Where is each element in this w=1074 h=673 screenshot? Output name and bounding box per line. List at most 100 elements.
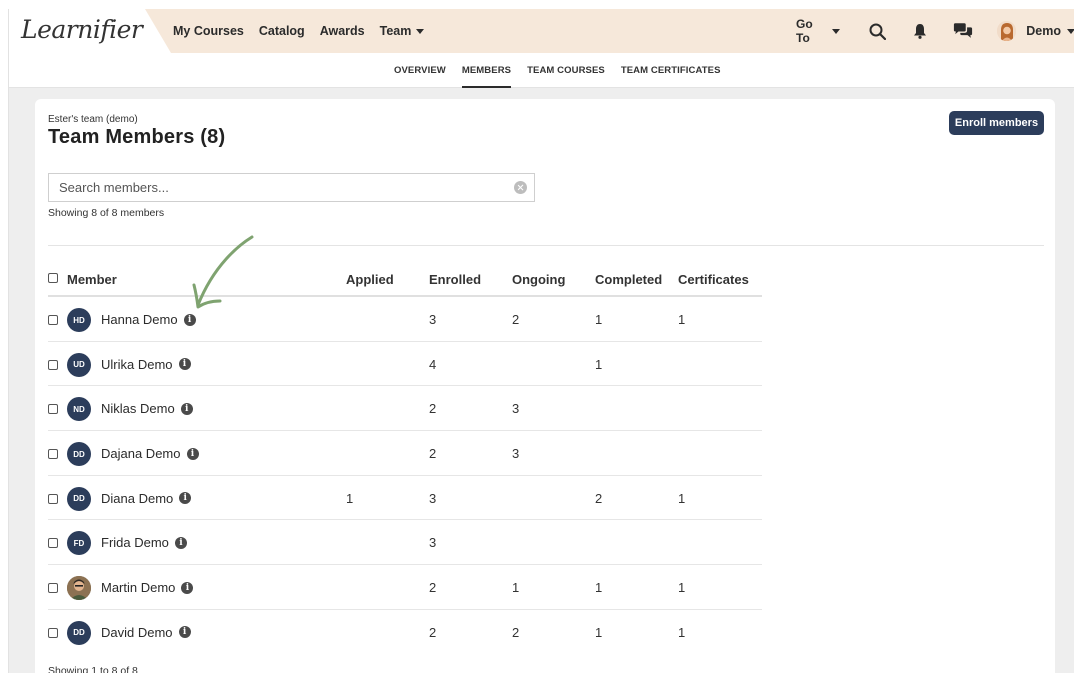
cell-ongoing: 1 (512, 580, 520, 596)
tab-overview[interactable]: OVERVIEW (394, 53, 446, 88)
table-row[interactable]: FD Frida Demo i 3 (48, 520, 762, 566)
tab-team-certificates[interactable]: TEAM CERTIFICATES (621, 53, 721, 88)
member-count-summary: Showing 8 of 8 members (48, 207, 165, 219)
table-row[interactable]: UD Ulrika Demo i 4 1 (48, 342, 762, 387)
nav-awards[interactable]: Awards (320, 24, 365, 38)
cell-enrolled: 2 (429, 580, 437, 596)
tab-members[interactable]: MEMBERS (461, 53, 512, 88)
search-input[interactable] (49, 174, 509, 201)
cell-applied: 1 (346, 490, 354, 506)
arrow-annotation (192, 235, 254, 309)
table-row[interactable]: DD Diana Demo i 1 3 2 1 (48, 476, 762, 521)
column-member[interactable]: Member (67, 272, 117, 287)
nav-team-label: Team (379, 24, 412, 38)
team-subnav: OVERVIEW MEMBERS TEAM COURSES TEAM CERTI… (9, 53, 1074, 88)
info-icon[interactable]: i (178, 626, 191, 639)
cell-enrolled: 2 (429, 446, 437, 462)
members-table: Member Applied Enrolled Ongoing Complete… (48, 263, 762, 655)
row-checkbox[interactable] (48, 315, 58, 325)
nav-team-dropdown[interactable]: Team (380, 24, 425, 38)
nav-catalog[interactable]: Catalog (259, 24, 305, 38)
user-menu[interactable]: Demo (1026, 24, 1074, 38)
enroll-members-button[interactable]: Enroll members (949, 111, 1044, 135)
chevron-down-icon (416, 29, 425, 34)
goto-dropdown[interactable]: Go To (796, 17, 840, 45)
member-name-link[interactable]: Ulrika Demo i (101, 357, 191, 372)
avatar: DD (67, 620, 91, 645)
clear-icon[interactable] (514, 181, 527, 194)
logo[interactable]: Learnifier (21, 15, 143, 44)
table-row[interactable]: Martin Demo i 2 1 1 1 (48, 565, 762, 610)
nav-my-courses[interactable]: My Courses (173, 24, 244, 38)
logo-area: Learnifier (9, 9, 171, 53)
member-name-link[interactable]: Dajana Demo i (101, 446, 199, 461)
member-name: Frida Demo (101, 535, 169, 551)
cell-ongoing: 3 (512, 446, 520, 462)
cell-completed: 2 (595, 490, 603, 506)
cell-certificates: 1 (678, 312, 686, 327)
cell-enrolled: 3 (429, 312, 437, 327)
info-icon[interactable]: i (186, 447, 199, 460)
top-navigation: Learnifier My Courses Catalog Awards Tea… (9, 9, 1074, 53)
row-checkbox[interactable] (48, 449, 58, 460)
member-name: Diana Demo (101, 490, 174, 506)
avatar: FD (67, 531, 91, 556)
info-icon[interactable]: i (179, 492, 192, 505)
cell-completed: 1 (595, 312, 603, 327)
member-name-link[interactable]: Niklas Demo i (101, 401, 193, 416)
team-tabs: OVERVIEW MEMBERS TEAM COURSES TEAM CERTI… (394, 53, 721, 88)
column-ongoing[interactable]: Ongoing (512, 272, 565, 287)
avatar: DD (67, 442, 91, 467)
column-completed[interactable]: Completed (595, 272, 662, 287)
member-name-link[interactable]: Hanna Demo i (101, 312, 196, 327)
cell-certificates: 1 (678, 490, 686, 506)
column-enrolled[interactable]: Enrolled (429, 272, 481, 287)
select-all-checkbox[interactable] (48, 273, 58, 283)
table-row[interactable]: ND Niklas Demo i 2 3 (48, 386, 762, 432)
row-checkbox[interactable] (48, 493, 58, 504)
member-name-link[interactable]: Martin Demo i (101, 580, 194, 596)
row-checkbox[interactable] (48, 404, 58, 415)
cell-ongoing: 2 (512, 312, 520, 327)
cell-enrolled: 3 (429, 490, 437, 506)
row-checkbox[interactable] (48, 359, 58, 370)
user-avatar[interactable] (997, 21, 1017, 41)
avatar (67, 576, 91, 601)
table-row[interactable]: DD David Demo i 2 2 1 1 (48, 610, 762, 655)
chat-icon[interactable] (953, 21, 973, 41)
member-name: David Demo (101, 624, 173, 640)
bell-icon[interactable] (911, 21, 930, 41)
user-name: Demo (1026, 24, 1061, 38)
tab-team-courses[interactable]: TEAM COURSES (527, 53, 605, 88)
cell-certificates: 1 (678, 624, 686, 640)
row-checkbox[interactable] (48, 583, 58, 594)
info-icon[interactable]: i (181, 581, 194, 594)
page-title: Team Members (8) (48, 126, 226, 148)
member-name-link[interactable]: David Demo i (101, 625, 191, 640)
member-name: Hanna Demo (101, 312, 178, 327)
team-name: Ester's team (demo) (48, 114, 138, 125)
cell-ongoing: 2 (512, 624, 520, 640)
table-body: HD Hanna Demo i 3 2 1 1 UD Ulrika Demo i 4 1 ND Nikla… (48, 297, 762, 655)
avatar: DD (67, 486, 91, 511)
cell-completed: 1 (595, 580, 603, 596)
main-nav: My Courses Catalog Awards Team (173, 9, 425, 53)
info-icon[interactable]: i (183, 313, 196, 326)
row-checkbox[interactable] (48, 627, 58, 638)
cell-enrolled: 4 (429, 356, 437, 372)
member-name: Ulrika Demo (101, 356, 173, 372)
info-icon[interactable]: i (178, 358, 191, 371)
column-applied[interactable]: Applied (346, 272, 394, 287)
member-name-link[interactable]: Frida Demo i (101, 535, 187, 550)
member-name: Dajana Demo (101, 446, 181, 462)
member-name: Martin Demo (101, 580, 176, 596)
info-icon[interactable]: i (174, 536, 187, 549)
row-checkbox[interactable] (48, 538, 58, 549)
cell-enrolled: 2 (429, 624, 437, 640)
table-row[interactable]: HD Hanna Demo i 3 2 1 1 (48, 297, 762, 342)
info-icon[interactable]: i (180, 402, 193, 415)
table-row[interactable]: DD Dajana Demo i 2 3 (48, 431, 762, 476)
member-name-link[interactable]: Diana Demo i (101, 490, 192, 506)
search-icon[interactable] (868, 21, 887, 41)
column-certificates[interactable]: Certificates (678, 272, 749, 287)
